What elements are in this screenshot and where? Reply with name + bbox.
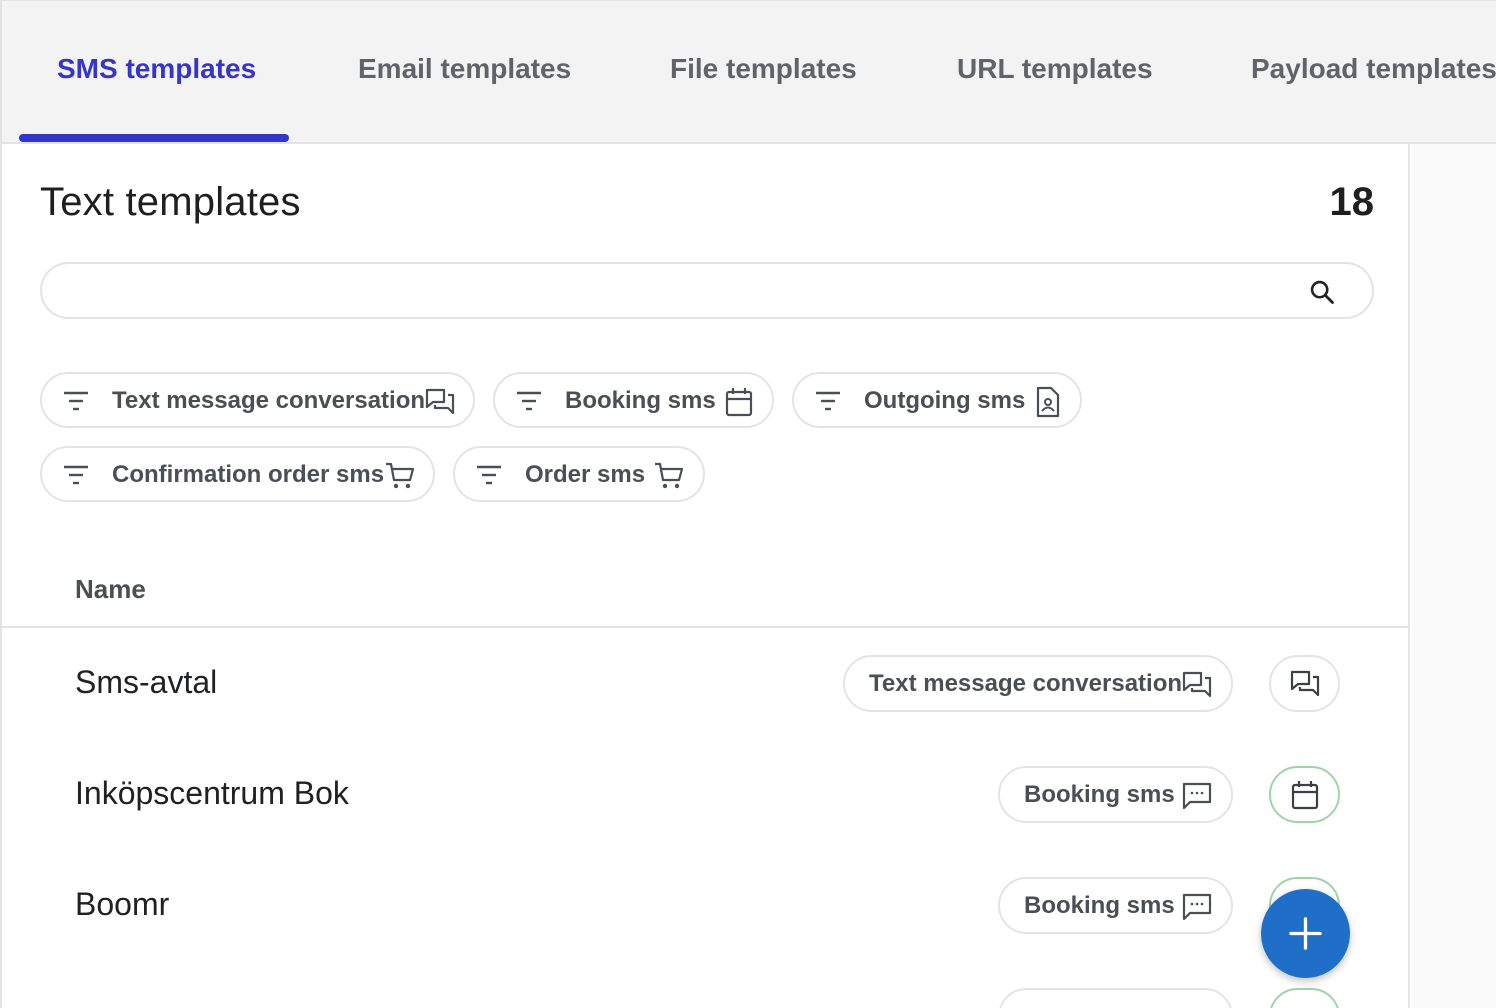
- filter-chip-order-sms[interactable]: Order sms: [453, 446, 705, 502]
- template-name[interactable]: Inköpscentrum Bok: [75, 775, 349, 812]
- forum-icon: [1289, 668, 1321, 700]
- right-gutter: [1412, 144, 1496, 1008]
- tab-url-templates[interactable]: URL templates: [957, 53, 1153, 85]
- tab-bar: SMS templates Email templates File templ…: [2, 1, 1496, 144]
- table-row[interactable]: Sms-avtal Text message conversation: [2, 628, 1410, 738]
- category-tag-label: Booking sms: [1024, 892, 1175, 919]
- plus-icon: [1289, 917, 1322, 950]
- active-tab-indicator: [19, 134, 289, 142]
- chat-dots-icon: [1181, 891, 1213, 923]
- templates-panel: Text templates 18 Text message conversat…: [2, 144, 1410, 1008]
- forum-icon: [1181, 669, 1213, 701]
- template-count: 18: [1329, 180, 1375, 224]
- filter-icon: [814, 389, 842, 413]
- page-title: Text templates: [40, 180, 301, 224]
- tab-sms-templates[interactable]: SMS templates: [57, 53, 256, 85]
- add-template-button[interactable]: [1261, 889, 1350, 978]
- row-action-button[interactable]: [1269, 988, 1340, 1008]
- filter-icon: [62, 389, 90, 413]
- app-frame: SMS templates Email templates File templ…: [0, 0, 1496, 1008]
- filter-chip-label: Booking sms: [565, 387, 716, 414]
- category-tag: Booking sms: [998, 766, 1233, 823]
- row-action-button[interactable]: [1269, 655, 1340, 712]
- filter-chip-label: Outgoing sms: [864, 387, 1026, 414]
- filter-chip-text-message-conversation[interactable]: Text message conversation: [40, 372, 475, 428]
- calendar-icon: [723, 386, 755, 418]
- template-name[interactable]: Boomr: [75, 886, 169, 923]
- filter-icon: [515, 389, 543, 413]
- template-name[interactable]: Sms-avtal: [75, 664, 217, 701]
- cart-icon: [384, 460, 416, 492]
- tab-file-templates[interactable]: File templates: [670, 53, 857, 85]
- table-row-partial[interactable]: [2, 961, 1410, 1008]
- search-box: [40, 262, 1374, 319]
- filter-chip-label: Confirmation order sms: [112, 461, 385, 488]
- table-row[interactable]: Inköpscentrum Bok Booking sms: [2, 739, 1410, 849]
- filter-chip-outgoing-sms[interactable]: Outgoing sms: [792, 372, 1082, 428]
- filter-icon: [475, 463, 503, 487]
- forum-icon: [424, 386, 456, 418]
- table-row[interactable]: Boomr Booking sms: [2, 850, 1410, 960]
- category-tag: [998, 988, 1233, 1008]
- search-icon[interactable]: [1308, 278, 1336, 306]
- row-action-button[interactable]: [1269, 766, 1340, 823]
- filter-icon: [62, 463, 90, 487]
- contact-file-icon: [1032, 386, 1064, 418]
- cart-icon: [653, 460, 685, 492]
- search-input[interactable]: [66, 274, 1286, 308]
- tab-payload-templates[interactable]: Payload templates: [1251, 53, 1496, 85]
- column-header-name[interactable]: Name: [75, 574, 146, 605]
- filter-chip-label: Text message conversation: [112, 387, 426, 414]
- filter-chip-booking-sms[interactable]: Booking sms: [493, 372, 774, 428]
- category-tag-label: Booking sms: [1024, 781, 1175, 808]
- calendar-icon: [1289, 779, 1321, 811]
- filter-chip-confirmation-order-sms[interactable]: Confirmation order sms: [40, 446, 435, 502]
- filter-chip-label: Order sms: [525, 461, 646, 488]
- chat-dots-icon: [1181, 780, 1213, 812]
- category-tag-label: Text message conversation: [869, 670, 1183, 697]
- tab-email-templates[interactable]: Email templates: [358, 53, 571, 85]
- category-tag: Text message conversation: [843, 655, 1233, 712]
- category-tag: Booking sms: [998, 877, 1233, 934]
